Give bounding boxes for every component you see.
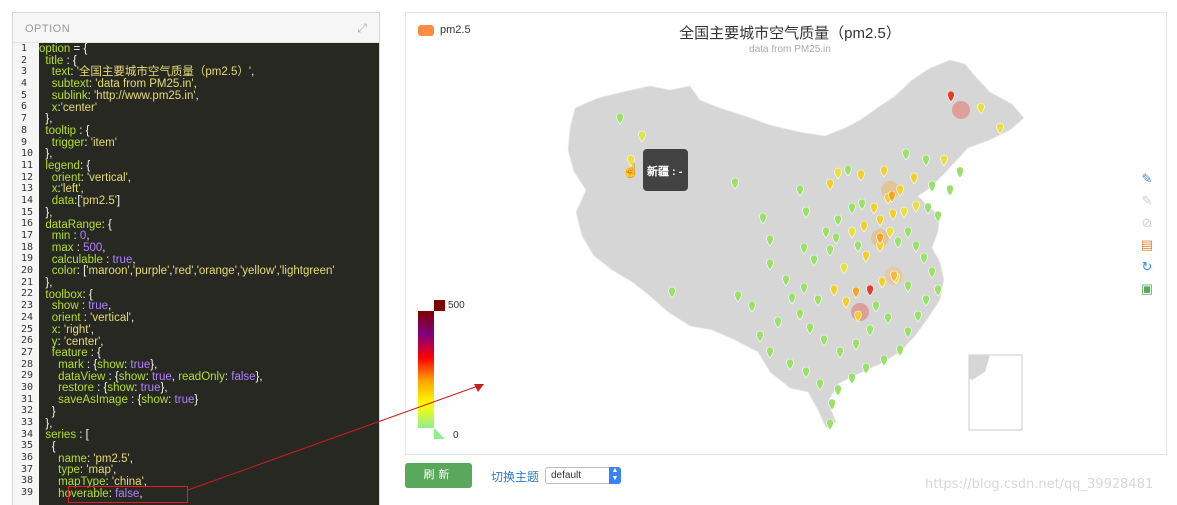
annotation-arrowhead: [474, 384, 484, 392]
pointer-cursor-icon: ☝: [622, 162, 640, 178]
refresh-icon[interactable]: ↻: [1138, 258, 1156, 276]
trash-icon[interactable]: ⊘: [1138, 214, 1156, 232]
chart-legend[interactable]: pm2.5: [418, 24, 471, 36]
legend-swatch: [418, 24, 434, 36]
data-range-max-label: 500: [448, 300, 465, 311]
south-sea-land: [969, 355, 990, 380]
city-marker[interactable]: [946, 184, 954, 197]
pencil-icon[interactable]: ✎: [1138, 170, 1156, 188]
data-range-min-label: 0: [453, 430, 459, 441]
theme-select[interactable]: default ▲ ▼: [545, 467, 621, 484]
map-tooltip: 新疆 : -: [643, 149, 688, 191]
chart-subtitle[interactable]: data from PM25.in: [600, 44, 980, 55]
refresh-button[interactable]: 刷新: [405, 463, 472, 488]
chart-title: 全国主要城市空气质量（pm2.5）: [679, 25, 901, 42]
city-marker[interactable]: [848, 372, 856, 385]
chart-overlay: [187, 59, 1025, 491]
eraser-icon[interactable]: ✎: [1138, 192, 1156, 210]
data-range-max-handle[interactable]: [434, 300, 445, 311]
city-marker[interactable]: [956, 166, 964, 179]
select-arrows-icon: ▲ ▼: [609, 467, 621, 484]
csdn-watermark: https://blog.csdn.net/qq_39928481: [925, 477, 1154, 492]
city-marker[interactable]: [834, 384, 842, 397]
data-range-min-handle[interactable]: [434, 428, 445, 439]
city-marker[interactable]: [896, 344, 904, 357]
theme-select-value: default: [551, 470, 582, 481]
city-marker[interactable]: [826, 418, 834, 431]
document-icon[interactable]: ▤: [1138, 236, 1156, 254]
chart-toolbox: ✎ ✎ ⊘ ▤ ↻ ▣: [1138, 170, 1156, 302]
city-marker-glow: [952, 101, 970, 119]
switch-theme-label: 切换主题: [491, 470, 540, 484]
data-range-bar[interactable]: [418, 311, 434, 428]
city-marker[interactable]: [880, 354, 888, 367]
page-root: OPTION ⤢ 1 2 3 4 5 6 7 8 9 10 11 12 13 14 15 16 17 18 19 20…: [0, 0, 1177, 505]
city-marker[interactable]: [862, 362, 870, 375]
save-icon[interactable]: ▣: [1138, 280, 1156, 298]
city-marker[interactable]: [928, 180, 936, 193]
legend-label: pm2.5: [440, 24, 471, 36]
